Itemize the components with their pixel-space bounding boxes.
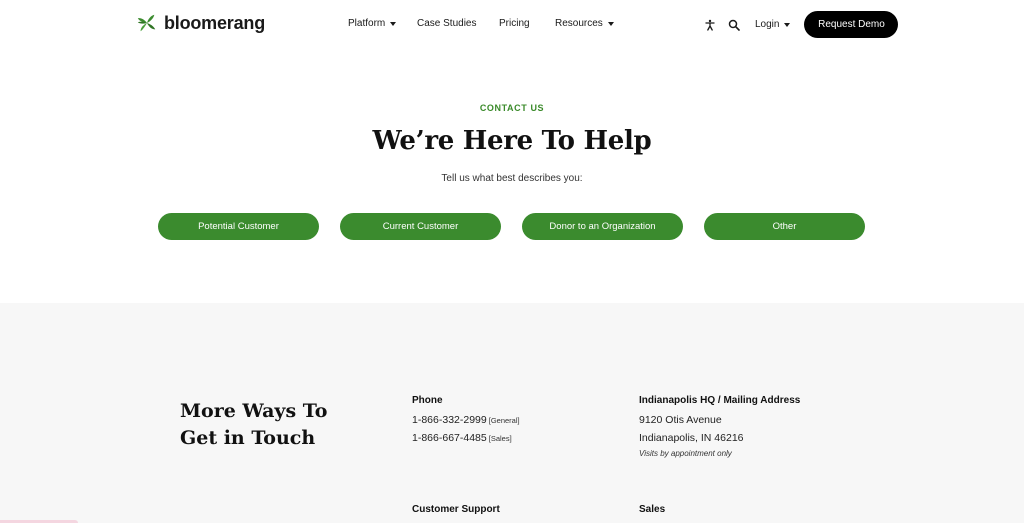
bloomerang-leaf-icon (137, 14, 156, 32)
nav-resources-label: Resources (555, 18, 603, 29)
nav-pricing-label: Pricing (499, 18, 530, 29)
phone-general-number: 1-866-332-2999 (412, 414, 487, 426)
phone-heading: Phone (412, 395, 443, 406)
phone-sales[interactable]: 1-866-667-4485 [Sales] (412, 432, 520, 444)
sales-heading: Sales (639, 504, 666, 515)
nav-case-studies-label: Case Studies (417, 18, 477, 29)
site-header: bloomerang Platform Case Studies Pricing… (0, 0, 1024, 50)
chevron-down-icon (390, 21, 397, 26)
donor-button[interactable]: Donor to an Organization (522, 213, 683, 240)
potential-customer-button[interactable]: Potential Customer (158, 213, 319, 240)
nav-pricing[interactable]: Pricing (499, 18, 555, 29)
chevron-down-icon (784, 22, 791, 27)
phone-sales-number: 1-866-667-4485 (412, 432, 487, 444)
other-button[interactable]: Other (704, 213, 865, 240)
phone-general[interactable]: 1-866-332-2999 [General] (412, 414, 520, 426)
header-actions: Login Request Demo (703, 11, 899, 38)
brand-name: bloomerang (164, 12, 266, 33)
phone-general-tag: [General] (488, 416, 520, 425)
nav-resources[interactable]: Resources (555, 18, 614, 29)
search-icon[interactable] (727, 18, 741, 32)
login-label: Login (755, 19, 780, 30)
current-customer-button[interactable]: Current Customer (340, 213, 501, 240)
nav-platform-label: Platform (348, 18, 386, 29)
hq-visit-note: Visits by appointment only (639, 449, 732, 458)
brand-logo[interactable]: bloomerang (136, 12, 265, 34)
audience-options: Potential Customer Current Customer Dono… (158, 213, 865, 240)
page-subtitle: Tell us what best describes you: (441, 173, 583, 184)
hq-street: 9120 Otis Avenue (639, 414, 722, 426)
support-heading: Customer Support (412, 504, 500, 515)
hq-heading: Indianapolis HQ / Mailing Address (639, 395, 801, 406)
nav-case-studies[interactable]: Case Studies (417, 18, 499, 29)
sales-column: Sales (639, 504, 665, 515)
phone-column: Phone 1-866-332-2999 [General] 1-866-667-… (412, 395, 520, 444)
section-title-line2: Get in Touch (180, 427, 316, 449)
hq-column: Indianapolis HQ / Mailing Address 9120 O… (639, 395, 800, 458)
contact-eyebrow: CONTACT US (479, 103, 545, 113)
accessibility-icon[interactable] (703, 18, 717, 32)
support-column: Customer Support (412, 504, 500, 515)
section-title-line1: More Ways To (180, 400, 328, 422)
contact-section: More Ways To Get in Touch Phone 1-866-33… (0, 303, 1024, 523)
page-title: We’re Here To Help (372, 126, 652, 156)
request-demo-button[interactable]: Request Demo (804, 11, 899, 38)
login-menu[interactable]: Login (755, 19, 791, 30)
nav-platform[interactable]: Platform (348, 18, 417, 29)
chevron-down-icon (607, 21, 614, 26)
hq-city: Indianapolis, IN 46216 (639, 432, 744, 444)
main-nav: Platform Case Studies Pricing Resources (348, 18, 614, 29)
section-title: More Ways To Get in Touch (180, 398, 360, 452)
phone-sales-tag: [Sales] (488, 434, 512, 443)
